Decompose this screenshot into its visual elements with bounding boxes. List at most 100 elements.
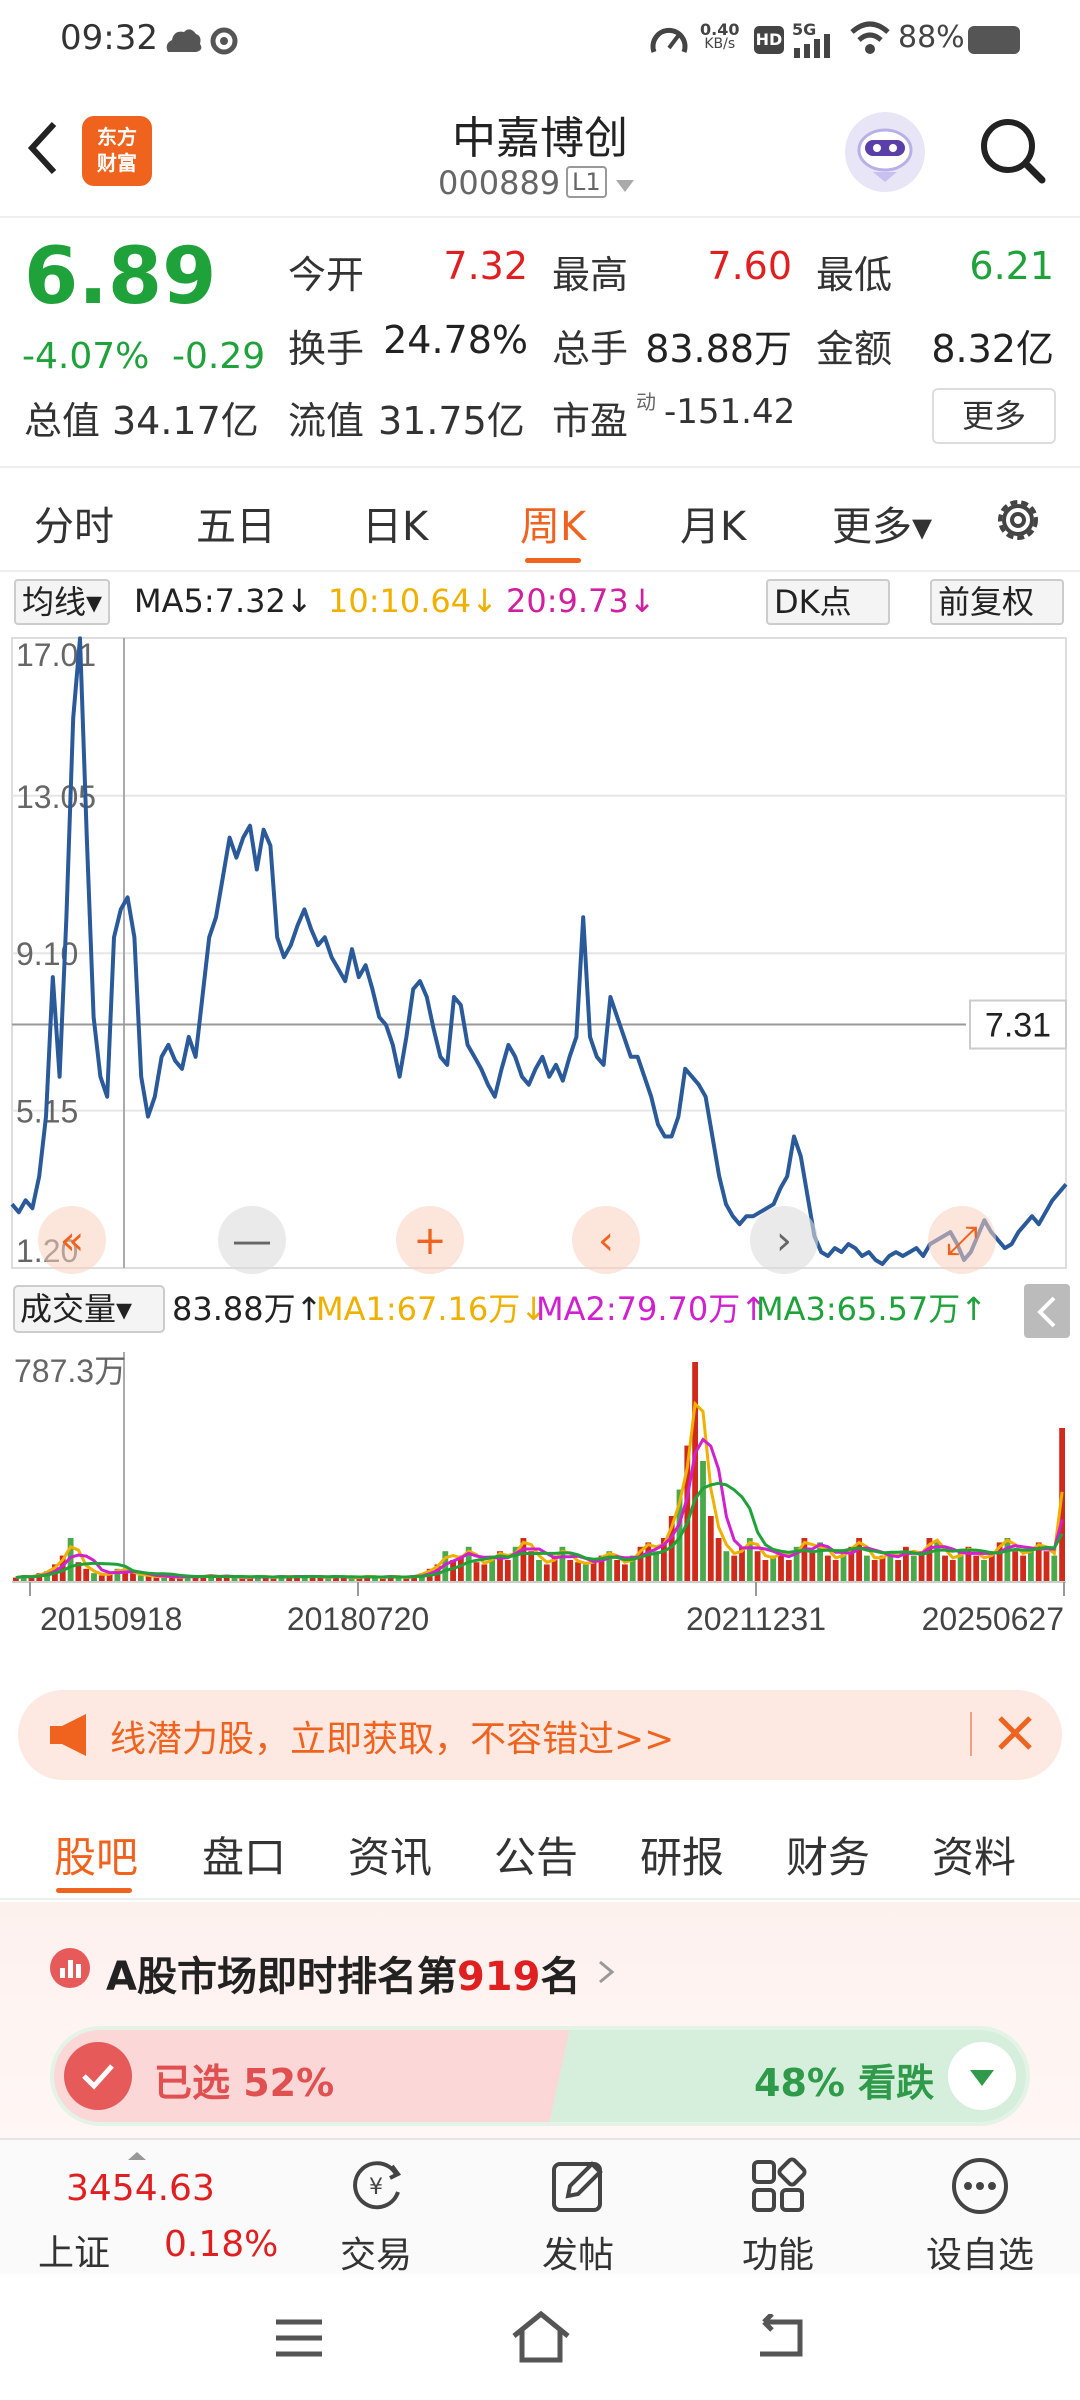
- active-tab-underline: [525, 558, 581, 563]
- tab-daily-k[interactable]: 日K: [362, 494, 428, 552]
- tab-forum[interactable]: 股吧: [54, 1824, 138, 1885]
- more-button[interactable]: 更多: [932, 388, 1056, 444]
- x-tick-label: 20180720: [287, 1601, 429, 1637]
- volume-bar: [481, 1564, 488, 1582]
- volume-select[interactable]: 成交量▾: [20, 1290, 132, 1328]
- volume-bar: [1004, 1538, 1011, 1582]
- market-rank[interactable]: A股市场即时排名第919名: [106, 1944, 580, 2002]
- menu-icon[interactable]: [272, 2316, 328, 2360]
- tab-more[interactable]: 更多▾: [832, 494, 932, 552]
- edit-icon: [552, 2161, 603, 2212]
- search-icon[interactable]: [976, 114, 1048, 186]
- fullscreen-button[interactable]: ⤢: [928, 1206, 996, 1274]
- wifi-icon: [850, 21, 890, 54]
- gear-icon[interactable]: [990, 492, 1046, 548]
- volume-bar: [528, 1551, 535, 1582]
- quote-panel: 6.89 -4.07% -0.29 今开 7.32 最高 7.60 最低 6.2…: [0, 218, 1080, 468]
- volume-bar: [809, 1551, 816, 1582]
- check-icon[interactable]: [64, 2042, 132, 2110]
- indicator-row: 均线▾ MA5:7.32↓ 10:10.64↓ 20:9.73↓ DK点 前复权: [0, 576, 1080, 628]
- volume-bar: [785, 1560, 792, 1582]
- bear-label: 48% 看跌: [754, 2061, 935, 2105]
- grid-icon: [752, 2157, 807, 2212]
- volume-ma2: MA2:79.70万↑: [536, 1290, 767, 1328]
- active-section-underline: [56, 1888, 132, 1893]
- tab-five-day[interactable]: 五日: [196, 494, 276, 552]
- tab-financials[interactable]: 财务: [786, 1824, 870, 1885]
- more-dots-icon: [952, 2158, 1008, 2214]
- y-tick-label: 17.01: [16, 637, 96, 673]
- nav-functions-label: 功能: [741, 2235, 814, 2276]
- svg-text:›: ›: [776, 1218, 792, 1264]
- total-value: 34.17亿: [112, 399, 259, 443]
- chevron-right-icon[interactable]: [596, 1958, 616, 1986]
- float-value: 31.75亿: [378, 399, 525, 443]
- zoom-in-button[interactable]: +: [396, 1206, 464, 1274]
- scroll-left-far-button[interactable]: «: [38, 1206, 106, 1274]
- home-icon[interactable]: [510, 2310, 572, 2364]
- rank-chart-icon: [50, 1948, 90, 1988]
- x-tick-label: 20150918: [40, 1601, 182, 1637]
- scroll-right-button[interactable]: ›: [750, 1206, 818, 1274]
- ma5-value: MA5:7.32↓: [134, 582, 313, 620]
- volume-bar: [754, 1551, 761, 1582]
- volume-max-label: 787.3万: [14, 1353, 126, 1389]
- svg-text:⤢: ⤢: [946, 1218, 978, 1264]
- volume-bar: [723, 1551, 730, 1582]
- bear-vote-button[interactable]: [948, 2042, 1016, 2110]
- dropdown-triangle-icon[interactable]: [614, 178, 636, 194]
- svg-text:«: «: [60, 1218, 84, 1264]
- pe-label: 市盈: [552, 399, 629, 443]
- nav-trade[interactable]: ¥ 交易: [306, 2140, 446, 2276]
- nav-add-watchlist[interactable]: 设自选: [910, 2140, 1050, 2276]
- volume-bar: [825, 1555, 831, 1582]
- level-badge[interactable]: L1: [566, 166, 607, 198]
- volume-bar: [981, 1560, 987, 1582]
- scroll-left-button[interactable]: ‹: [572, 1206, 640, 1274]
- robot-assistant-icon[interactable]: [845, 112, 925, 192]
- tab-research[interactable]: 研报: [640, 1824, 724, 1885]
- tab-news[interactable]: 资讯: [348, 1824, 432, 1885]
- svg-text:+: +: [413, 1218, 447, 1264]
- volume-bar: [879, 1555, 886, 1582]
- x-tick-label: 20211231: [686, 1601, 826, 1637]
- index-change: 0.18%: [164, 2224, 279, 2265]
- tab-weekly-k[interactable]: 周K: [520, 494, 586, 552]
- tab-order-book[interactable]: 盘口: [202, 1824, 286, 1885]
- back-arrow-icon[interactable]: [24, 118, 64, 178]
- volume-bar: [504, 1560, 511, 1582]
- eastmoney-logo: 东方 财富: [82, 116, 152, 186]
- change-amount: -0.29: [172, 336, 266, 377]
- amount-value: 8.32亿: [931, 327, 1054, 371]
- back-icon[interactable]: [754, 2314, 810, 2360]
- volume-bar: [567, 1560, 574, 1582]
- volume-current: 83.88万↑: [172, 1290, 322, 1328]
- close-icon[interactable]: [990, 1708, 1040, 1758]
- volume-bar: [832, 1560, 839, 1582]
- y-tick-label: 9.10: [16, 936, 78, 972]
- volume-bar: [536, 1560, 542, 1582]
- sentiment-vote-bar[interactable]: 已选 52% 48% 看跌: [50, 2026, 1030, 2126]
- tab-announcements[interactable]: 公告: [494, 1824, 578, 1885]
- index-value[interactable]: 3454.63: [66, 2168, 215, 2209]
- nav-functions[interactable]: 功能: [708, 2140, 848, 2276]
- tab-profile[interactable]: 资料: [932, 1824, 1016, 1885]
- volume-bar: [582, 1564, 589, 1582]
- adjust-button[interactable]: 前复权: [930, 579, 1064, 625]
- tab-monthly-k[interactable]: 月K: [680, 494, 746, 552]
- promo-banner[interactable]: 线潜力股，立即获取，不容错过>>: [18, 1690, 1062, 1780]
- battery-icon: [968, 26, 1020, 54]
- kline-chart[interactable]: 17.0113.059.105.151.207.31«—+‹›⤢成交量▾83.8…: [0, 628, 1080, 1668]
- stock-code: 000889: [438, 164, 561, 202]
- volume-bar: [910, 1555, 917, 1582]
- dk-point-button[interactable]: DK点: [766, 579, 890, 625]
- bull-label: 已选 52%: [154, 2061, 335, 2105]
- collapse-button[interactable]: [1024, 1284, 1070, 1338]
- nav-post[interactable]: 发帖: [508, 2140, 648, 2276]
- ma10-value: 10:10.64↓: [328, 582, 498, 620]
- tab-minute[interactable]: 分时: [34, 494, 114, 552]
- ma-select[interactable]: 均线▾: [14, 579, 111, 625]
- trade-icon: ¥: [353, 2161, 402, 2210]
- banner-text: 线潜力股，立即获取，不容错过>>: [110, 1719, 675, 1760]
- zoom-out-button[interactable]: —: [218, 1206, 286, 1274]
